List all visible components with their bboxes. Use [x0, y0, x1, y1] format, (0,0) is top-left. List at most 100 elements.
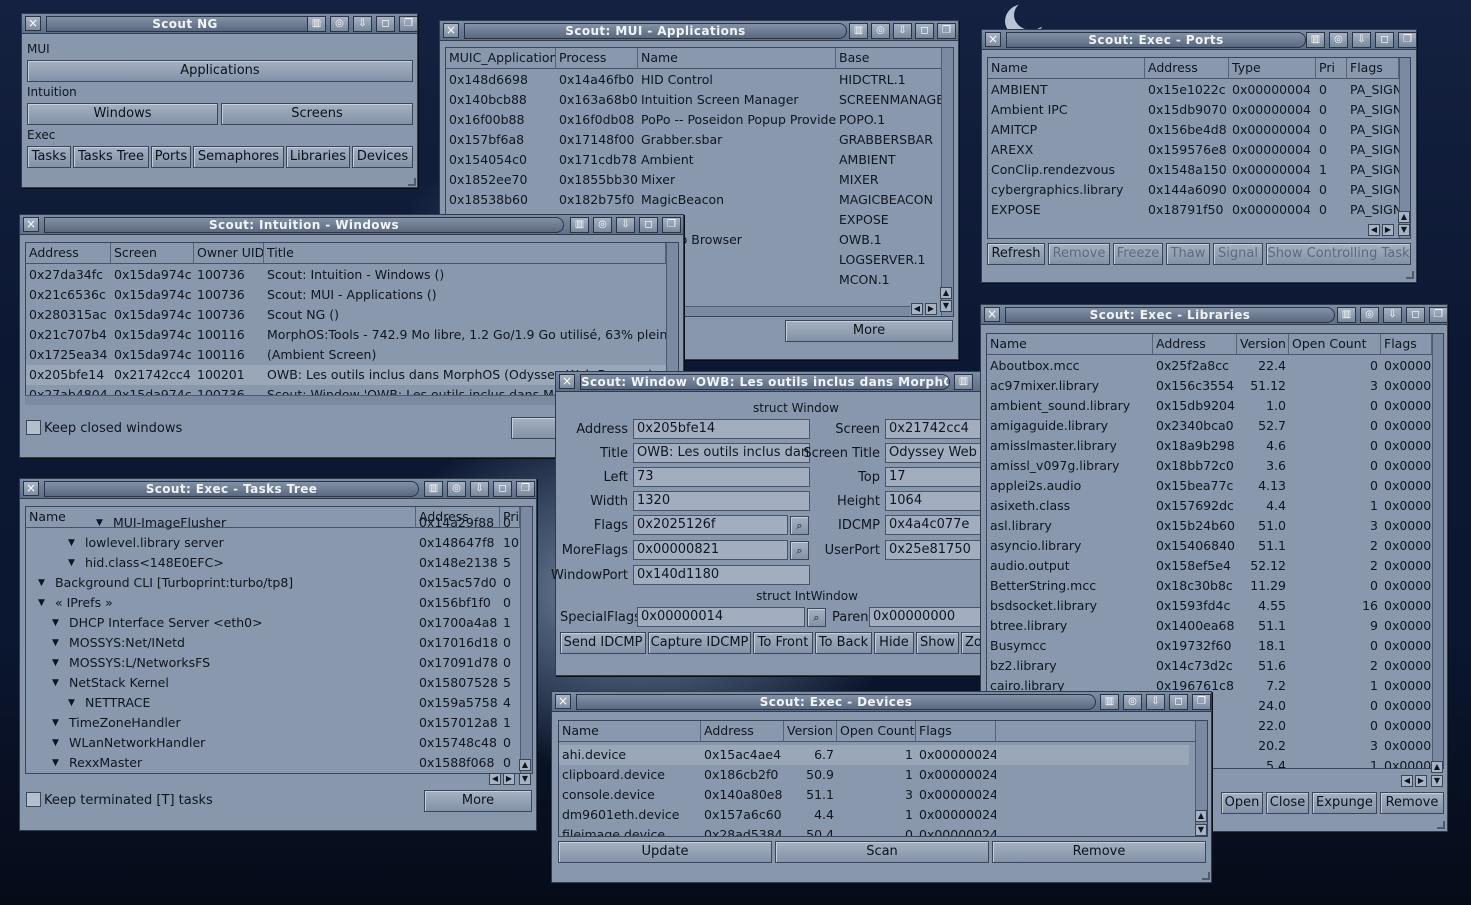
column-header[interactable]: Flags — [916, 721, 996, 742]
column-header[interactable]: Address — [701, 721, 784, 742]
table-row[interactable]: 0x1725ea34 0x15da974c 100116 (Ambient Scre… — [26, 345, 666, 365]
scroll-up-icon[interactable]: ▲ — [1195, 810, 1207, 822]
iconify-icon[interactable]: ▥ — [954, 374, 973, 390]
table-row[interactable]: 0x18538b60 0x182b75f0 MagicBeacon MAGICBEAC… — [446, 190, 941, 210]
table-row[interactable]: RexxMaster 0x1588f068 0 ▼ — [26, 753, 520, 773]
depth-icon[interactable]: ❐ — [937, 23, 956, 39]
column-header[interactable]: Address — [1153, 334, 1237, 355]
table-row[interactable]: Background CLI [Turboprint:turbo/tp8] 0x1… — [26, 573, 520, 593]
table-row[interactable]: amigaguide.library 0x2340bca0 52.7 0 0x00000 — [987, 416, 1432, 436]
table-row[interactable]: AMBIENT 0x15e1022c 0x00000004 0 PA_SIGN — [988, 80, 1399, 100]
table-row[interactable]: console.device 0x140a80e8 51.1 3 0x00000024 — [559, 785, 1189, 805]
table-row[interactable]: hid.class<148E0EFC> 0x148e2138 5 ▼ — [26, 553, 520, 573]
scroll-left-icon[interactable]: ◀ — [489, 773, 501, 785]
snapshot-icon[interactable]: ◎ — [1329, 32, 1348, 48]
open-button[interactable]: Open — [1221, 792, 1263, 814]
popup-icon[interactable]: ⇩ — [616, 217, 635, 233]
scroll-left-icon[interactable]: ◀ — [911, 303, 923, 315]
table-row[interactable]: 0x154054c0 0x171cdb78 Ambient AMBIENT — [446, 150, 941, 170]
specialflags-field[interactable]: 0x00000014 — [637, 607, 805, 627]
table-row[interactable]: asl.library 0x15b24b60 51.0 3 0x00000 — [987, 516, 1432, 536]
column-header[interactable]: Version — [784, 721, 837, 742]
tree-expander-icon[interactable]: ▼ — [52, 633, 59, 653]
table-row[interactable]: MUI-ImageFlusher 0x14a29f88 0 ▼ — [26, 513, 520, 533]
table-row[interactable]: asixeth.class 0x157692dc 4.4 1 0x00000 — [987, 496, 1432, 516]
table-row[interactable]: Aboutbox.mcc 0x25f2a8cc 22.4 0 0x00000 — [987, 356, 1432, 376]
scroll-right-icon[interactable]: ▶ — [1382, 224, 1394, 236]
zoom-icon[interactable]: ◻ — [639, 217, 658, 233]
scroll-up-icon[interactable]: ▲ — [940, 287, 952, 299]
column-header[interactable]: Name — [638, 48, 836, 69]
table-row[interactable]: Ambient IPC 0x15db9070 0x00000004 0 PA_SIGN — [988, 100, 1399, 120]
table-row[interactable]: NETTRACE 0x159a5758 4 ▼ — [26, 693, 520, 713]
table-row[interactable]: MOSSYS:L/NetworksFS 0x17091d78 0 ▼ — [26, 653, 520, 673]
expunge-button[interactable]: Expunge — [1312, 792, 1377, 814]
table-row[interactable]: asyncio.library 0x15406840 51.1 2 0x00000 — [987, 536, 1432, 556]
scroll-up-icon[interactable]: ▲ — [1431, 761, 1443, 773]
popup-icon[interactable]: ⇩ — [893, 23, 912, 39]
to-front-button[interactable]: To Front — [753, 632, 813, 654]
titlebar[interactable]: × Scout: Exec - Libraries ▥ ◎ ⇩ ◻ ❐ — [981, 305, 1448, 325]
table-row[interactable]: btree.library 0x1400ea68 51.1 9 0x00000 — [987, 616, 1432, 636]
table-row[interactable]: TimeZoneHandler 0x157012a8 1 ▼ — [26, 713, 520, 733]
close-button[interactable]: Close — [1266, 792, 1309, 814]
address-field[interactable]: 0x205bfe14 — [633, 419, 810, 439]
scroll-right-icon[interactable]: ▶ — [503, 773, 515, 785]
tree-expander-icon[interactable]: ▼ — [52, 753, 59, 773]
table-row[interactable]: MOSSYS:Net/INetd 0x17016d18 0 ▼ — [26, 633, 520, 653]
close-icon[interactable]: × — [985, 32, 1001, 47]
column-header[interactable]: Address — [26, 243, 111, 264]
windowport-field[interactable]: 0x140d1180 — [633, 565, 810, 585]
remove-button[interactable]: Remove — [992, 841, 1206, 863]
column-header[interactable]: Screen — [111, 243, 194, 264]
refresh-button[interactable]: Refresh — [987, 243, 1045, 265]
column-header[interactable]: Type — [1229, 58, 1316, 79]
devices-button[interactable]: Devices — [352, 146, 413, 168]
semaphores-button[interactable]: Semaphores — [193, 146, 284, 168]
applications-button[interactable]: Applications — [27, 60, 413, 82]
scroll-left-icon[interactable]: ◀ — [1368, 224, 1380, 236]
zoom-icon[interactable]: ◻ — [1169, 694, 1188, 710]
moreflags-lookup-icon[interactable]: ⌕ — [790, 541, 809, 560]
close-icon[interactable]: × — [984, 307, 1000, 322]
zoom-icon[interactable]: ◻ — [1375, 32, 1394, 48]
iconify-icon[interactable]: ▥ — [307, 16, 326, 32]
table-row[interactable]: ConClip.rendezvous 0x1548a150 0x00000004 1 P… — [988, 160, 1399, 180]
keep-closed-windows-checkbox[interactable] — [26, 420, 41, 435]
resize-handle[interactable] — [1202, 872, 1210, 880]
snapshot-icon[interactable]: ◎ — [871, 23, 890, 39]
popup-icon[interactable]: ⇩ — [1146, 694, 1165, 710]
table-row[interactable]: 0x140bcb88 0x163a68b0 Intuition Screen Man… — [446, 90, 942, 110]
popup-icon[interactable]: ⇩ — [1383, 307, 1402, 323]
table-row[interactable]: ac97mixer.library 0x156c3554 51.12 3 0x00000 — [987, 376, 1432, 396]
depth-icon[interactable]: ❐ — [399, 16, 418, 32]
table-row[interactable]: applei2s.audio 0x15bea77c 4.13 0 0x00000 — [987, 476, 1432, 496]
userport-field[interactable]: 0x25e81750 — [885, 540, 986, 560]
resize-handle[interactable] — [1406, 271, 1414, 279]
titlebar[interactable]: × Scout: MUI - Applications ▥ ◎ ⇩ ◻ ❐ — [440, 21, 958, 41]
zoom-icon[interactable]: ◻ — [493, 481, 512, 497]
column-header[interactable]: Name — [987, 334, 1153, 355]
flags-field[interactable]: 0x2025126f — [633, 515, 788, 535]
tree-expander-icon[interactable]: ▼ — [52, 733, 59, 753]
titlebar[interactable]: × Scout NG ▥ ◎ ⇩ ◻ ❐ — [22, 14, 418, 34]
moreflags-field[interactable]: 0x00000821 — [633, 540, 788, 560]
table-row[interactable]: AREXX 0x159576e8 0x00000004 0 PA_SIGN — [988, 140, 1399, 160]
vertical-scrollbar[interactable] — [520, 507, 532, 773]
top-field[interactable]: 17 — [885, 467, 986, 487]
table-row[interactable]: dm9601eth.device 0x157a6c60 4.4 1 0x00000024 — [559, 805, 1189, 825]
table-row[interactable]: amissl_v097g.library 0x18bb72c0 3.6 0 0x0000… — [987, 456, 1432, 476]
snapshot-icon[interactable]: ◎ — [1123, 694, 1142, 710]
table-row[interactable]: ahi.device 0x15ac4ae4 6.7 1 0x00000024 — [559, 745, 1189, 765]
tree-expander-icon[interactable]: ▼ — [52, 673, 59, 693]
titlebar[interactable]: × Scout: Exec - Devices ▥ ◎ ⇩ ◻ ❐ — [552, 692, 1211, 712]
update-button[interactable]: Update — [558, 841, 772, 863]
scan-button[interactable]: Scan — [775, 841, 989, 863]
signal-button[interactable]: Signal — [1213, 243, 1263, 265]
table-row[interactable]: 0x27da34fc 0x15da974c 100736 Scout: Intuiti… — [26, 265, 666, 285]
scroll-up-icon[interactable]: ▲ — [519, 759, 531, 771]
scroll-left-icon[interactable]: ◀ — [1401, 775, 1413, 787]
scroll-down-icon[interactable]: ▼ — [940, 300, 952, 312]
flags-lookup-icon[interactable]: ⌕ — [790, 516, 809, 535]
table-row[interactable]: audio.output 0x158ef5e4 52.12 2 0x00000 — [987, 556, 1432, 576]
